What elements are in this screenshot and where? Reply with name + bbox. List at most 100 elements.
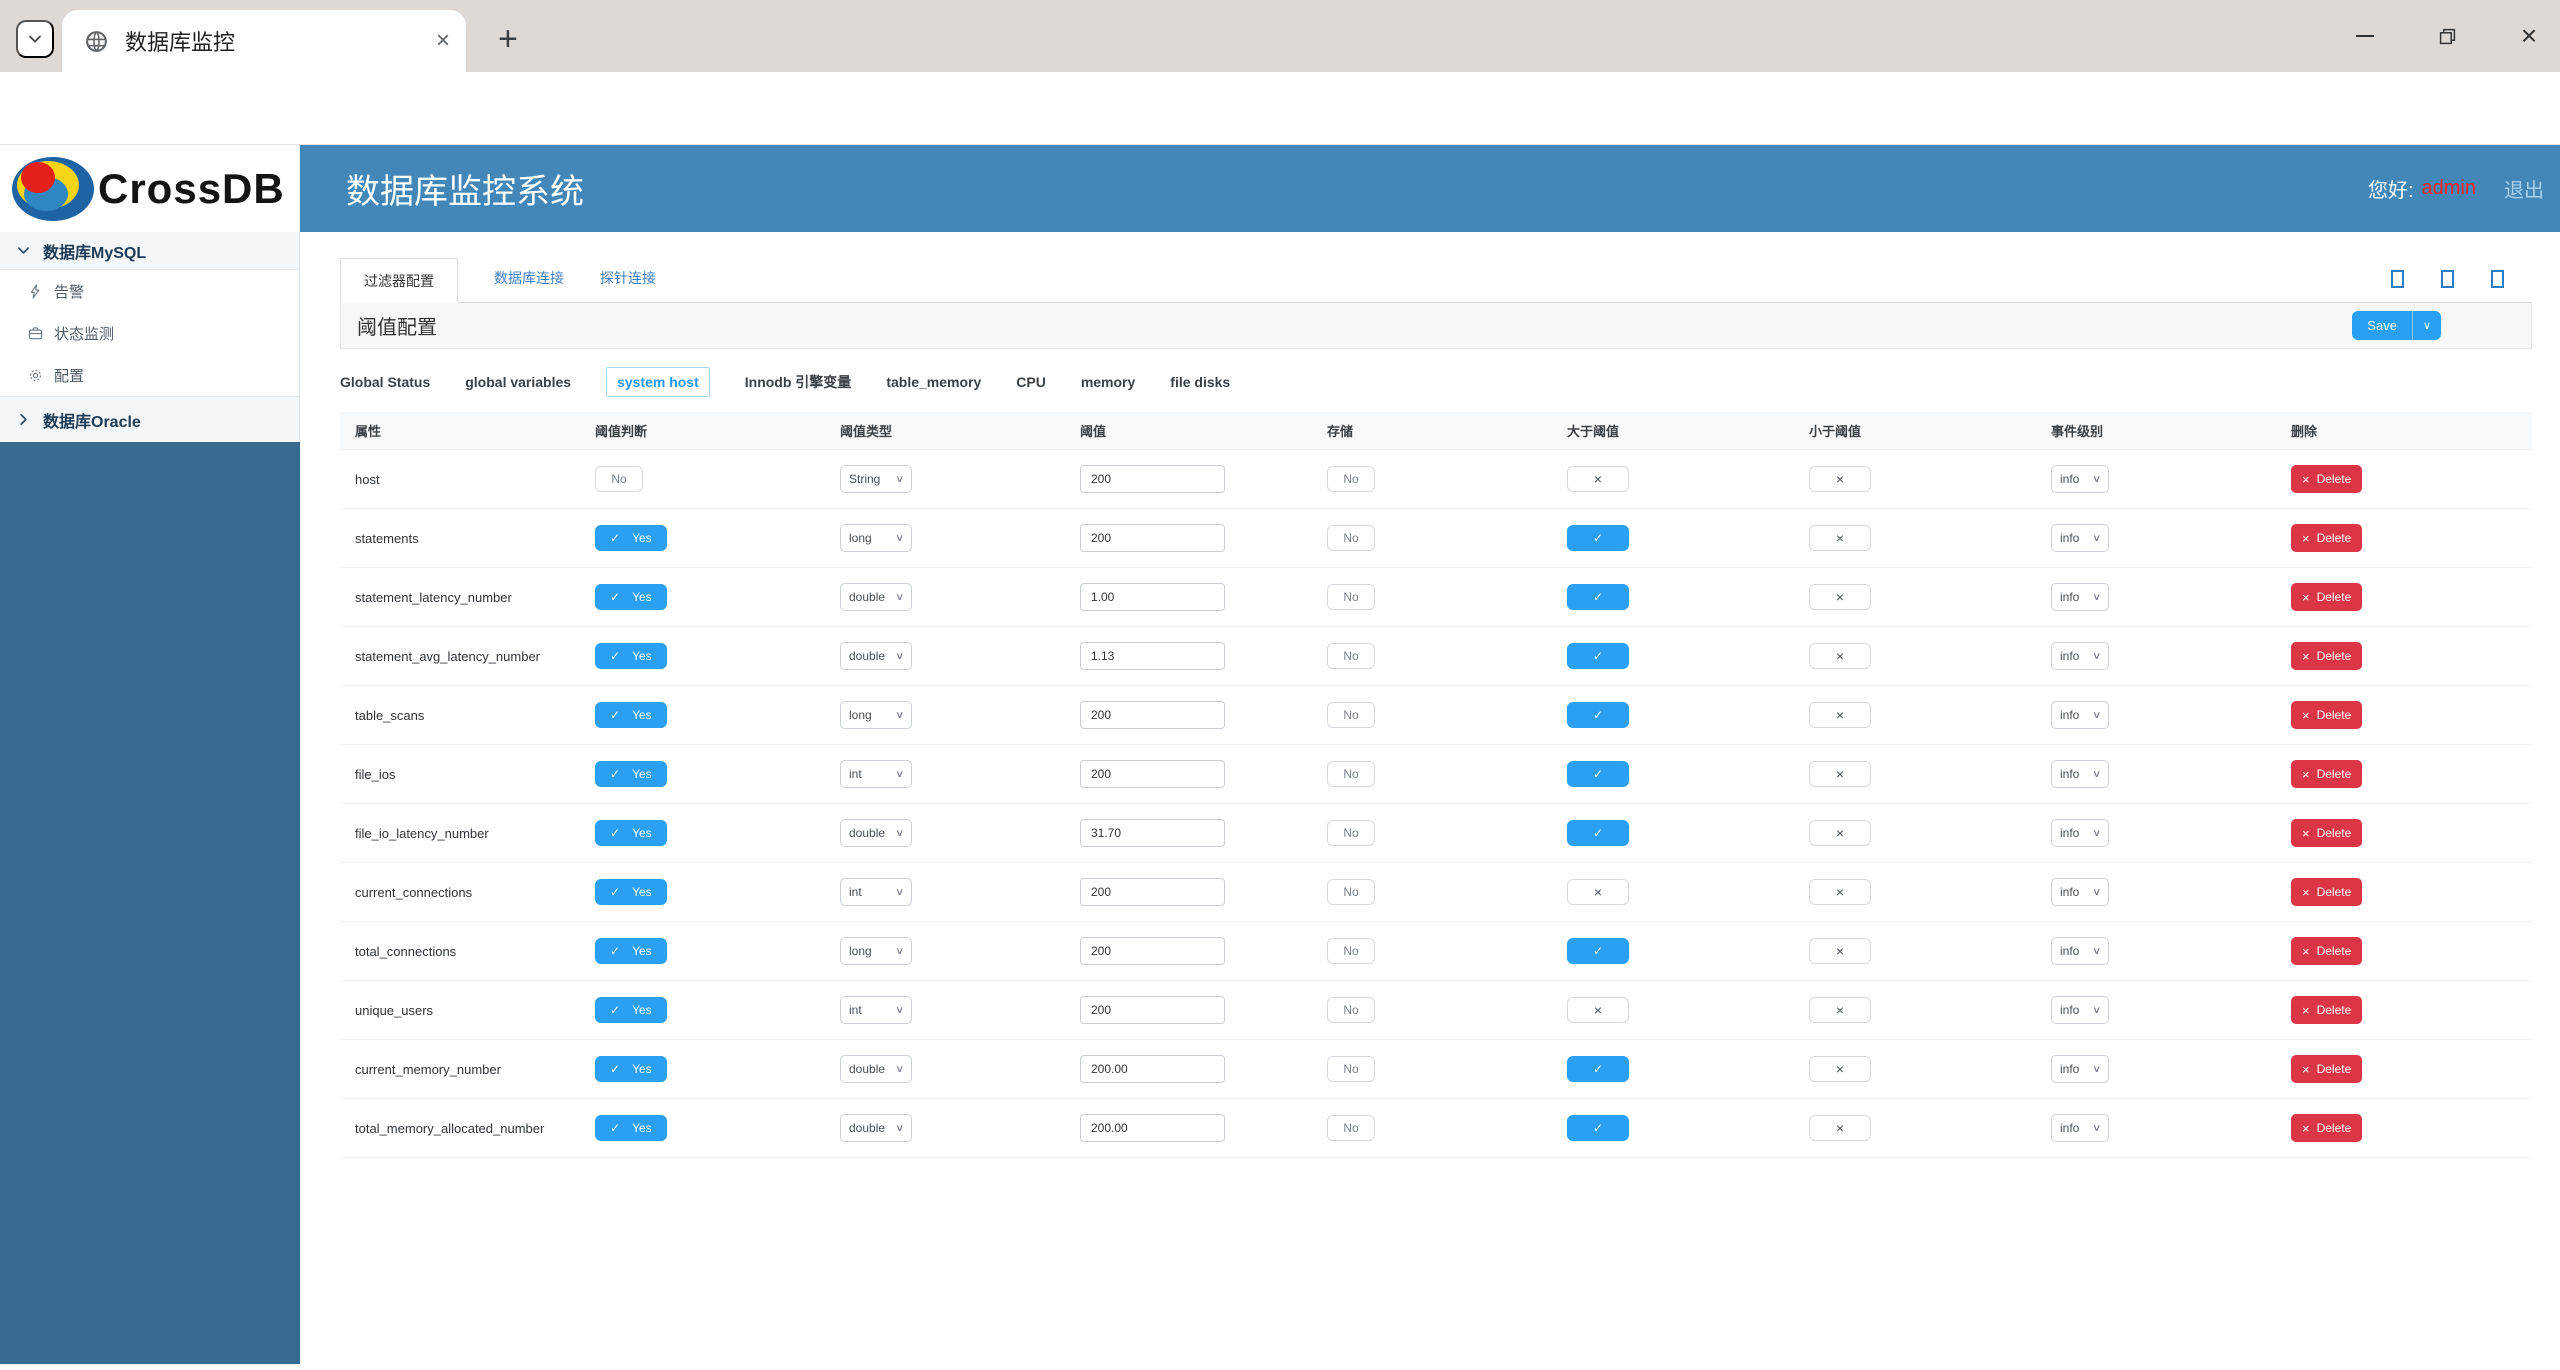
less-than-toggle[interactable]: × [1809,761,1871,787]
event-level-select[interactable]: info∨ [2051,701,2109,729]
event-level-select[interactable]: info∨ [2051,465,2109,493]
threshold-type-select[interactable]: int∨ [840,996,912,1024]
threshold-value-input[interactable] [1080,996,1225,1024]
threshold-judge-toggle[interactable]: No [595,466,643,492]
event-level-select[interactable]: info∨ [2051,937,2109,965]
threshold-value-input[interactable] [1080,524,1225,552]
store-toggle[interactable]: No [1327,1056,1375,1082]
less-than-toggle[interactable]: × [1809,702,1871,728]
less-than-toggle[interactable]: × [1809,525,1871,551]
delete-button[interactable]: ×Delete [2291,760,2362,788]
threshold-value-input[interactable] [1080,1114,1225,1142]
store-toggle[interactable]: No [1327,879,1375,905]
less-than-toggle[interactable]: × [1809,997,1871,1023]
greater-than-toggle[interactable]: ✓ [1567,820,1629,846]
delete-button[interactable]: ×Delete [2291,583,2362,611]
store-toggle[interactable]: No [1327,997,1375,1023]
event-level-select[interactable]: info∨ [2051,760,2109,788]
greater-than-toggle[interactable]: ✓ [1567,1056,1629,1082]
tab-close-button[interactable]: × [436,29,450,53]
greater-than-toggle[interactable]: ✓ [1567,761,1629,787]
threshold-judge-toggle[interactable]: ✓Yes [595,1115,667,1141]
event-level-select[interactable]: info∨ [2051,878,2109,906]
store-toggle[interactable]: No [1327,761,1375,787]
tab-link[interactable]: 探针连接 [600,268,656,302]
window-restore-button[interactable] [2432,21,2462,51]
threshold-type-select[interactable]: double∨ [840,1114,912,1142]
less-than-toggle[interactable]: × [1809,643,1871,669]
save-button[interactable]: Save ∨ [2352,311,2441,340]
threshold-judge-toggle[interactable]: ✓Yes [595,938,667,964]
store-toggle[interactable]: No [1327,938,1375,964]
event-level-select[interactable]: info∨ [2051,1055,2109,1083]
store-toggle[interactable]: No [1327,584,1375,610]
threshold-judge-toggle[interactable]: ✓Yes [595,525,667,551]
delete-button[interactable]: ×Delete [2291,642,2362,670]
event-level-select[interactable]: info∨ [2051,524,2109,552]
less-than-toggle[interactable]: × [1809,584,1871,610]
subtab[interactable]: memory [1081,374,1135,390]
sidebar-item-monitor[interactable]: 状态监测 [0,312,299,354]
delete-button[interactable]: ×Delete [2291,1055,2362,1083]
sidebar-group[interactable]: 数据库Oracle [0,396,299,442]
window-close-button[interactable]: × [2514,21,2544,51]
store-toggle[interactable]: No [1327,525,1375,551]
threshold-value-input[interactable] [1080,1055,1225,1083]
subtab[interactable]: Global Status [340,374,430,390]
threshold-type-select[interactable]: double∨ [840,1055,912,1083]
greater-than-toggle[interactable]: × [1567,997,1629,1023]
event-level-select[interactable]: info∨ [2051,1114,2109,1142]
store-toggle[interactable]: No [1327,702,1375,728]
threshold-type-select[interactable]: String∨ [840,465,912,493]
delete-button[interactable]: ×Delete [2291,937,2362,965]
subtab[interactable]: global variables [465,374,571,390]
threshold-type-select[interactable]: long∨ [840,937,912,965]
greater-than-toggle[interactable]: × [1567,466,1629,492]
store-toggle[interactable]: No [1327,466,1375,492]
delete-button[interactable]: ×Delete [2291,701,2362,729]
store-toggle[interactable]: No [1327,643,1375,669]
subtab[interactable]: Innodb 引擎变量 [745,372,852,392]
glyph-box-icon[interactable] [2391,270,2404,288]
threshold-type-select[interactable]: int∨ [840,760,912,788]
less-than-toggle[interactable]: × [1809,1056,1871,1082]
threshold-type-select[interactable]: double∨ [840,583,912,611]
threshold-value-input[interactable] [1080,760,1225,788]
event-level-select[interactable]: info∨ [2051,996,2109,1024]
threshold-judge-toggle[interactable]: ✓Yes [595,584,667,610]
glyph-box-icon[interactable] [2441,270,2454,288]
browser-tab[interactable]: 数据库监控 × [62,10,466,72]
delete-button[interactable]: ×Delete [2291,819,2362,847]
store-toggle[interactable]: No [1327,820,1375,846]
logout-link[interactable]: 退出 [2504,174,2544,203]
sidebar-group[interactable]: 数据库MySQL [0,232,299,270]
threshold-value-input[interactable] [1080,465,1225,493]
threshold-judge-toggle[interactable]: ✓Yes [595,1056,667,1082]
delete-button[interactable]: ×Delete [2291,465,2362,493]
event-level-select[interactable]: info∨ [2051,819,2109,847]
threshold-judge-toggle[interactable]: ✓Yes [595,820,667,846]
new-tab-button[interactable]: + [498,22,518,56]
less-than-toggle[interactable]: × [1809,1115,1871,1141]
sidebar-item-gear[interactable]: 配置 [0,354,299,396]
sidebar-item-lightning[interactable]: 告警 [0,270,299,312]
threshold-judge-toggle[interactable]: ✓Yes [595,643,667,669]
greater-than-toggle[interactable]: ✓ [1567,584,1629,610]
greater-than-toggle[interactable]: ✓ [1567,702,1629,728]
threshold-judge-toggle[interactable]: ✓Yes [595,879,667,905]
less-than-toggle[interactable]: × [1809,938,1871,964]
greater-than-toggle[interactable]: ✓ [1567,1115,1629,1141]
threshold-type-select[interactable]: int∨ [840,878,912,906]
tab-filter-config[interactable]: 过滤器配置 [340,258,458,303]
threshold-value-input[interactable] [1080,937,1225,965]
tab-search-button[interactable] [16,20,54,58]
event-level-select[interactable]: info∨ [2051,642,2109,670]
threshold-value-input[interactable] [1080,878,1225,906]
threshold-type-select[interactable]: double∨ [840,819,912,847]
tab-link[interactable]: 数据库连接 [494,268,564,302]
greater-than-toggle[interactable]: × [1567,879,1629,905]
delete-button[interactable]: ×Delete [2291,524,2362,552]
threshold-judge-toggle[interactable]: ✓Yes [595,702,667,728]
threshold-value-input[interactable] [1080,583,1225,611]
threshold-judge-toggle[interactable]: ✓Yes [595,761,667,787]
